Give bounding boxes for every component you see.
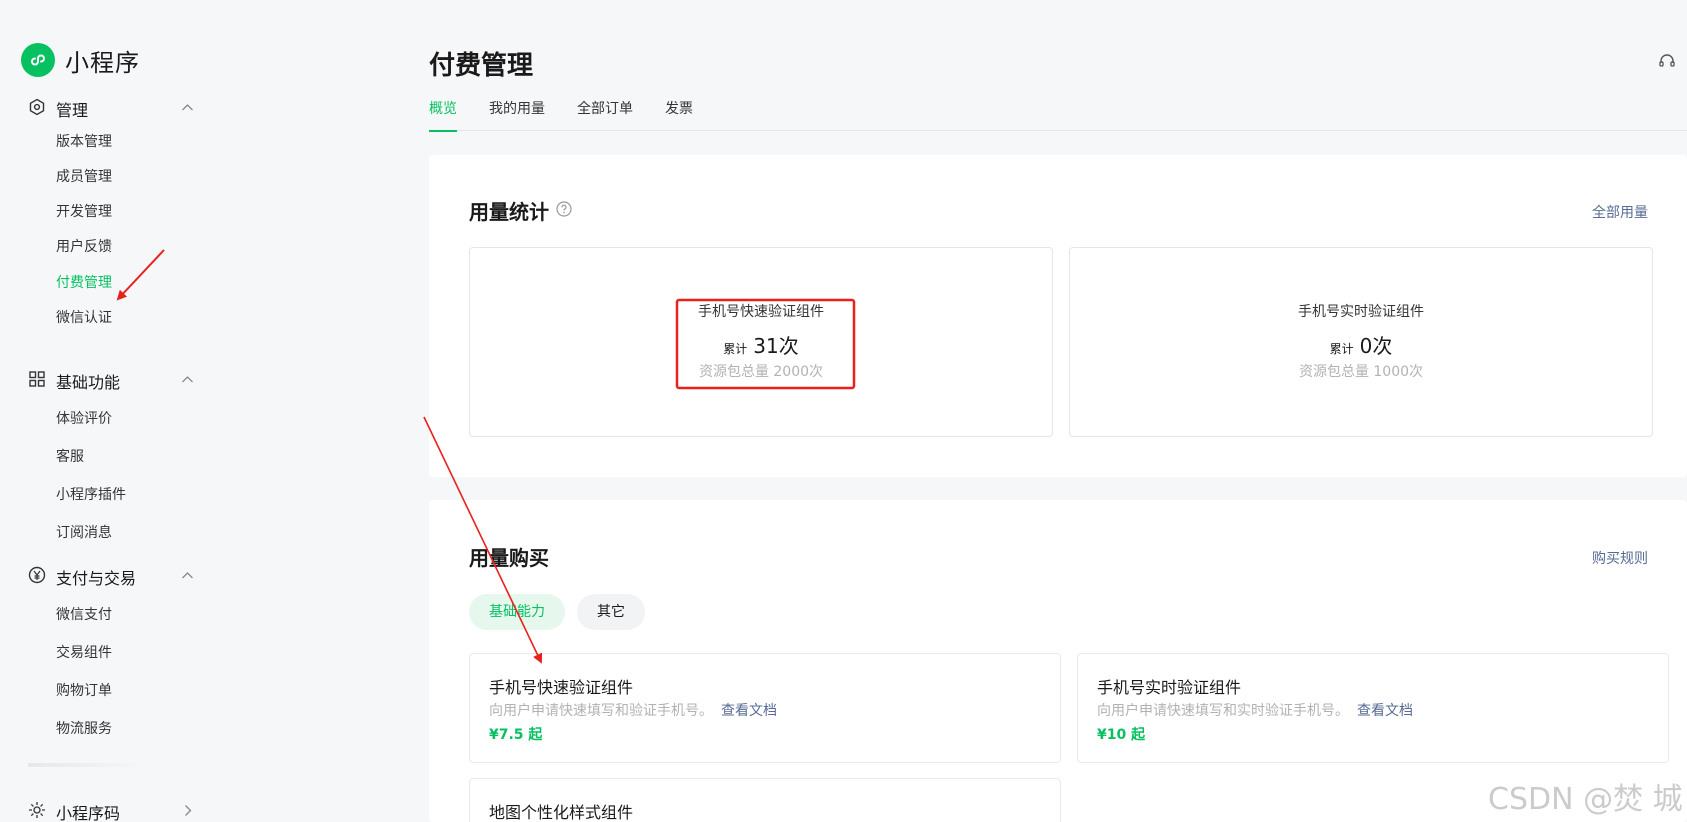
chevron-up-icon[interactable] (181, 373, 194, 386)
all-usage-link[interactable]: 全部用量 (1592, 202, 1687, 222)
sun-burst-icon (29, 802, 45, 818)
usage-card-quota: 资源包总量 2000次 (698, 364, 824, 380)
product-card-realtime-verify[interactable]: 手机号实时验证组件 向用户申请快速填写和实时验证手机号。 查看文档 ¥10 起 (1077, 653, 1669, 763)
usage-card-quota: 资源包总量 1000次 (1298, 364, 1424, 380)
sidebar-item-verification[interactable]: 微信认证 (56, 307, 112, 329)
usage-total-label: 累计 (723, 342, 748, 356)
usage-card-name: 手机号快速验证组件 (698, 304, 824, 320)
usage-stats-panel: 用量统计 全部用量 手机号快速验证组件 累计 31次 资源包总量 2000次 手机… (429, 155, 1687, 477)
chevron-right-icon[interactable] (181, 804, 194, 817)
sidebar-group-label: 基础功能 (56, 373, 121, 392)
product-desc: 向用户申请快速填写和实时验证手机号。 查看文档 (1097, 700, 1413, 720)
sidebar-item-members[interactable]: 成员管理 (56, 166, 112, 188)
main-content: 付费管理 概览 我的用量 全部订单 发票 用量统计 全部用量 手机号快速验证组件… (429, 0, 1687, 822)
chip-others[interactable]: 其它 (577, 594, 645, 630)
usage-stats-title: 用量统计 (469, 200, 549, 224)
usage-purchase-title: 用量购买 (469, 546, 549, 570)
sidebar-group-payment[interactable]: 支付与交易 (0, 560, 210, 590)
question-circle-icon[interactable] (556, 201, 572, 217)
tab-bar: 概览 我的用量 全部订单 发票 (429, 96, 1687, 132)
sidebar-scroll-fade (28, 763, 148, 767)
brand-title: 小程序 (65, 48, 140, 77)
sidebar-group-qrcode[interactable]: 小程序码 (0, 795, 210, 822)
sidebar-item-trade-components[interactable]: 交易组件 (56, 642, 112, 664)
usage-total-value: 0次 (1359, 334, 1393, 358)
chevron-up-icon[interactable] (181, 569, 194, 582)
miniprogram-logo-icon (21, 43, 55, 77)
sidebar-item-subscriptions[interactable]: 订阅消息 (56, 522, 112, 544)
sidebar-item-orders[interactable]: 购物订单 (56, 680, 112, 702)
sidebar-item-billing[interactable]: 付费管理 (56, 272, 112, 294)
product-desc: 向用户申请快速填写和验证手机号。 查看文档 (489, 700, 777, 720)
tab-all-orders[interactable]: 全部订单 (577, 98, 633, 131)
sidebar-group-label: 支付与交易 (56, 569, 137, 588)
hexagon-settings-icon (29, 98, 45, 116)
tab-invoices[interactable]: 发票 (665, 98, 693, 131)
view-docs-link[interactable]: 查看文档 (1357, 703, 1413, 719)
sidebar-item-logistics[interactable]: 物流服务 (56, 718, 112, 740)
usage-card-realtime-verify: 手机号实时验证组件 累计 0次 资源包总量 1000次 (1069, 247, 1653, 437)
headset-support-icon[interactable] (1658, 52, 1676, 70)
product-name: 地图个性化样式组件 (489, 803, 634, 822)
sidebar-item-development[interactable]: 开发管理 (56, 201, 112, 223)
sidebar-item-wechat-pay[interactable]: 微信支付 (56, 604, 112, 626)
tab-overview[interactable]: 概览 (429, 98, 457, 132)
usage-card-name: 手机号实时验证组件 (1298, 304, 1424, 320)
purchase-rules-link[interactable]: 购买规则 (1592, 548, 1687, 568)
view-docs-link[interactable]: 查看文档 (721, 703, 777, 719)
chevron-up-icon[interactable] (181, 101, 194, 114)
product-desc-text: 向用户申请快速填写和实时验证手机号。 (1097, 703, 1349, 719)
sidebar-group-manage[interactable]: 管理 (0, 92, 210, 122)
sidebar-group-label: 管理 (56, 101, 89, 120)
sidebar-item-plugins[interactable]: 小程序插件 (56, 484, 126, 506)
watermark: CSDN @焚 城 (1488, 782, 1683, 817)
page-root: 小程序 管理 版本管理 成员管理 开发管理 用户反馈 付费管理 微信认证 基础功… (0, 0, 1687, 822)
product-desc-text: 向用户申请快速填写和验证手机号。 (489, 703, 713, 719)
brand[interactable]: 小程序 (21, 43, 140, 77)
product-card-quick-verify[interactable]: 手机号快速验证组件 向用户申请快速填写和验证手机号。 查看文档 ¥7.5 起 (469, 653, 1061, 763)
yen-circle-icon (28, 566, 46, 584)
product-name: 手机号实时验证组件 (1097, 678, 1242, 697)
tab-my-usage[interactable]: 我的用量 (489, 98, 545, 131)
product-name: 手机号快速验证组件 (489, 678, 634, 697)
sidebar-group-label: 小程序码 (56, 804, 121, 822)
chip-basic-capability[interactable]: 基础能力 (469, 594, 565, 630)
product-price: ¥7.5 起 (489, 727, 543, 743)
sidebar-group-basic[interactable]: 基础功能 (0, 364, 210, 394)
sidebar-item-review[interactable]: 体验评价 (56, 408, 112, 430)
sidebar: 小程序 管理 版本管理 成员管理 开发管理 用户反馈 付费管理 微信认证 基础功… (0, 0, 385, 822)
product-card-map-style[interactable]: 地图个性化样式组件 (469, 778, 1061, 822)
usage-card-total: 累计 0次 (1070, 330, 1652, 359)
page-title: 付费管理 (429, 51, 534, 81)
sidebar-item-feedback[interactable]: 用户反馈 (56, 236, 112, 258)
usage-total-value: 31次 (753, 334, 799, 358)
grid-apps-icon (29, 371, 45, 387)
product-price: ¥10 起 (1097, 727, 1146, 743)
sidebar-item-customer-service[interactable]: 客服 (56, 446, 84, 468)
sidebar-item-version[interactable]: 版本管理 (56, 131, 112, 153)
usage-card-total: 累计 31次 (470, 330, 1052, 359)
usage-total-label: 累计 (1329, 342, 1354, 356)
usage-card-quick-verify: 手机号快速验证组件 累计 31次 资源包总量 2000次 (469, 247, 1053, 437)
